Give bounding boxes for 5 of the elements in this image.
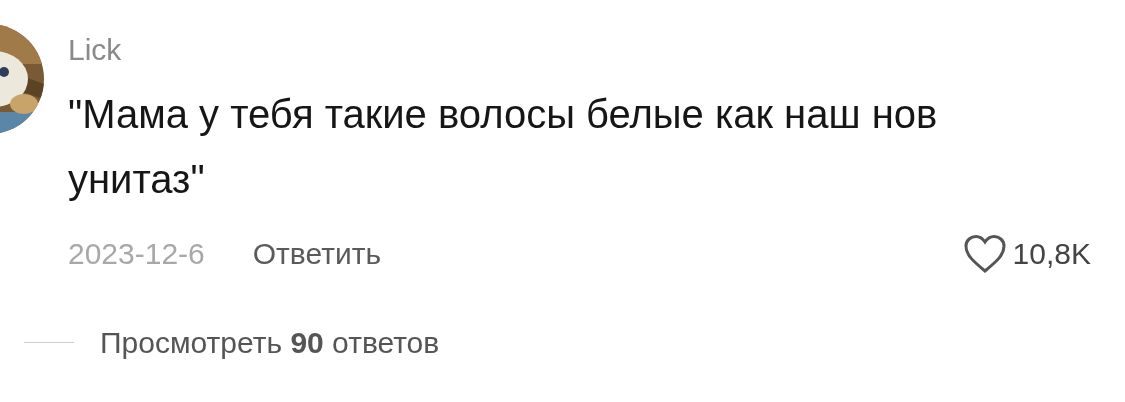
like-button[interactable]: 10,8K: [962, 234, 1091, 274]
reply-link[interactable]: Ответить: [252, 236, 381, 272]
comment-date: 2023-12-6: [68, 236, 205, 272]
view-replies-link[interactable]: Просмотреть 90 ответов: [100, 320, 440, 365]
comment-text: "Мама у тебя такие волосы белые как наш нов унитаз": [68, 91, 938, 203]
